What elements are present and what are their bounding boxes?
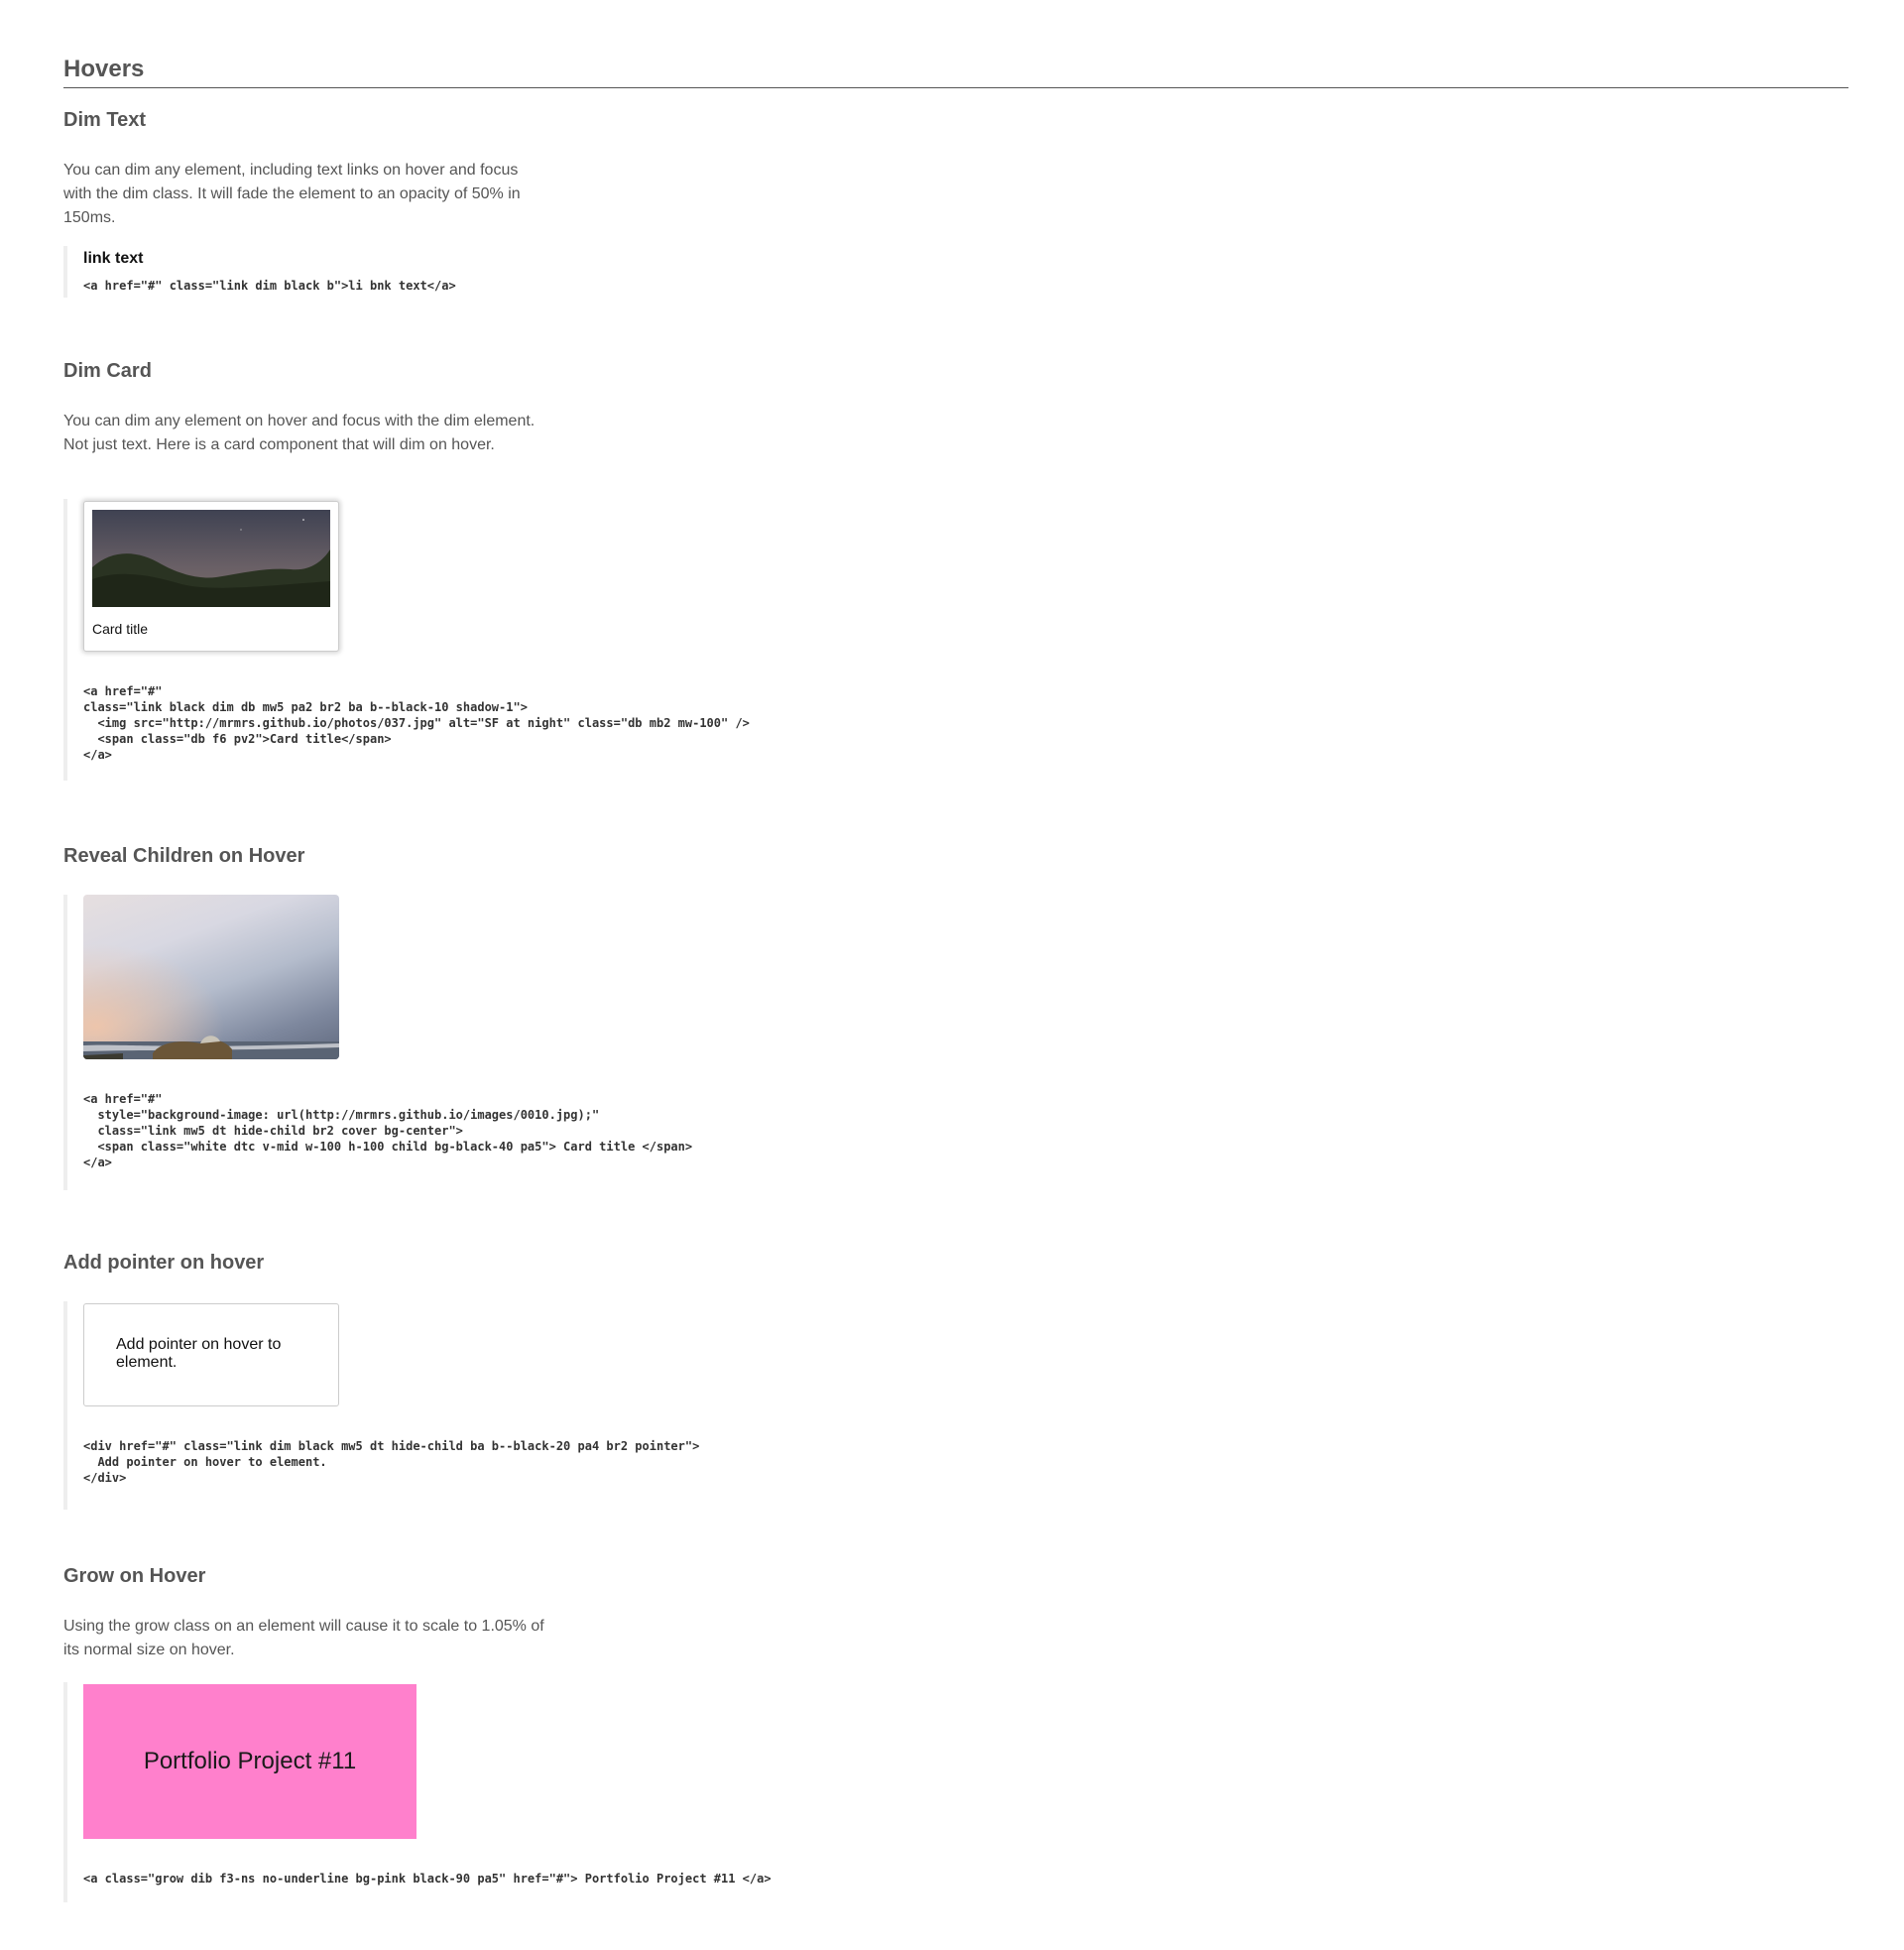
portfolio-project-link[interactable]: Portfolio Project #11 bbox=[83, 1684, 416, 1839]
dim-link-text[interactable]: link text bbox=[83, 250, 143, 268]
dim-text-heading: Dim Text bbox=[63, 109, 146, 131]
dim-text-description: You can dim any element, including text … bbox=[63, 162, 521, 226]
reveal-children-heading: Reveal Children on Hover bbox=[63, 845, 305, 867]
page: Hovers Dim Text You can dim any element,… bbox=[63, 54, 1848, 1902]
dim-card-code: <a href="#" class="link black dim db mw5… bbox=[83, 684, 750, 762]
page-title: Hovers bbox=[63, 54, 1848, 88]
reveal-card-seascape[interactable] bbox=[83, 895, 339, 1059]
dim-card[interactable]: Card title bbox=[83, 501, 339, 652]
dim-card-demo: Card title <a href="#" class="link black… bbox=[63, 499, 750, 781]
add-pointer-demo: Add pointer on hover to element. <div hr… bbox=[63, 1301, 699, 1510]
grow-description: Using the grow class on an element will … bbox=[63, 1618, 544, 1658]
card-title: Card title bbox=[92, 621, 149, 637]
dim-text-code: <a href="#" class="link dim black b">li … bbox=[83, 279, 456, 293]
pointer-box[interactable]: Add pointer on hover to element. bbox=[83, 1303, 339, 1406]
card-image-sf-night bbox=[92, 510, 330, 607]
dim-card-heading: Dim Card bbox=[63, 360, 152, 382]
reveal-children-code: <a href="#" style="background-image: url… bbox=[83, 1092, 693, 1169]
grow-code: <a class="grow dib f3-ns no-underline bg… bbox=[83, 1872, 772, 1886]
dim-card-description: You can dim any element on hover and foc… bbox=[63, 413, 536, 453]
grow-demo: Portfolio Project #11 <a class="grow dib… bbox=[63, 1682, 772, 1902]
add-pointer-code: <div href="#" class="link dim black mw5 … bbox=[83, 1439, 700, 1485]
dim-text-demo: link text <a href="#" class="link dim bl… bbox=[63, 246, 456, 298]
reveal-children-demo: <a href="#" style="background-image: url… bbox=[63, 895, 692, 1190]
add-pointer-heading: Add pointer on hover bbox=[63, 1252, 265, 1274]
grow-heading: Grow on Hover bbox=[63, 1565, 206, 1587]
